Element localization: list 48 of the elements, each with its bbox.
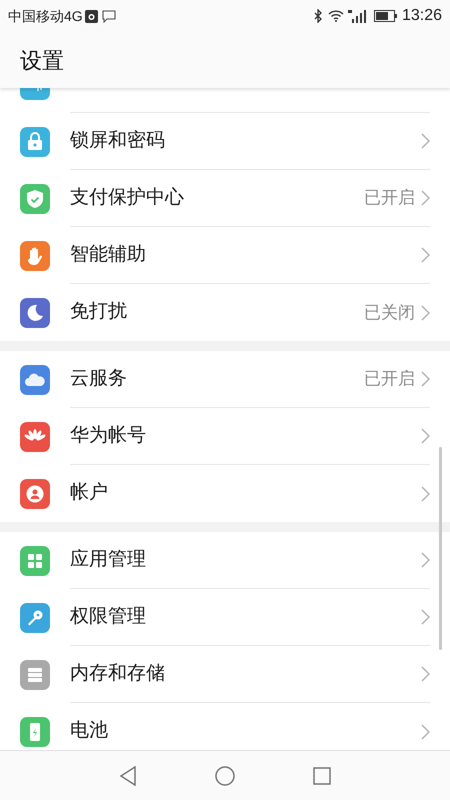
settings-item[interactable]: 云服务 已开启 — [0, 351, 450, 408]
chevron-right-icon — [421, 666, 430, 682]
chevron-right-icon — [421, 552, 430, 568]
settings-item[interactable]: 电池 — [0, 703, 450, 750]
item-label: 免打扰 — [70, 300, 127, 324]
camera-notification-icon — [84, 10, 98, 22]
recents-icon[interactable] — [313, 766, 331, 784]
item-label: 锁屏和密码 — [70, 128, 165, 153]
clock-time: 13:26 — [402, 6, 442, 26]
item-status: 已开启 — [364, 187, 415, 210]
chevron-right-icon — [421, 190, 430, 206]
item-label: 支付保护中心 — [70, 186, 184, 210]
settings-item[interactable]: 应用管理 — [0, 532, 450, 589]
item-label: 应用管理 — [70, 548, 146, 572]
item-status: 已开启 — [364, 368, 415, 390]
chevron-right-icon — [421, 428, 430, 444]
chevron-right-icon — [421, 304, 430, 320]
chevron-right-icon — [421, 486, 430, 502]
item-label: 智能辅助 — [70, 242, 146, 267]
page-title: 设置 — [20, 46, 64, 74]
settings-item[interactable]: 免打扰 已关闭 — [0, 284, 450, 341]
item-label: 华为帐号 — [70, 424, 146, 448]
bluetooth-icon — [314, 9, 323, 23]
settings-item[interactable]: 锁屏和密码 — [0, 113, 450, 170]
chevron-right-icon — [421, 371, 430, 387]
settings-item[interactable]: 权限管理 — [0, 589, 450, 646]
chevron-right-icon — [421, 133, 430, 149]
item-label: 电池 — [70, 719, 108, 744]
message-icon — [102, 10, 116, 22]
settings-item[interactable]: 帐户 — [0, 465, 450, 522]
chevron-right-icon — [421, 724, 430, 740]
wifi-icon — [328, 10, 344, 22]
settings-item[interactable]: 智能辅助 — [0, 227, 450, 284]
item-label: 内存和存储 — [70, 662, 165, 686]
item-label: 权限管理 — [70, 604, 146, 629]
home-icon[interactable] — [215, 766, 235, 786]
carrier-label: 中国移动4G — [8, 6, 83, 26]
settings-item[interactable]: 华为帐号 — [0, 408, 450, 465]
item-status: 已关闭 — [364, 302, 415, 324]
back-icon[interactable] — [119, 766, 137, 786]
chevron-right-icon — [421, 247, 430, 263]
signal-icon — [348, 9, 366, 23]
item-label: 帐户 — [70, 481, 108, 506]
settings-item[interactable]: 内存和存储 — [0, 646, 450, 703]
settings-item[interactable]: 支付保护中心 已开启 — [0, 170, 450, 227]
item-label: 云服务 — [70, 366, 127, 391]
chevron-right-icon — [421, 609, 430, 625]
battery-icon — [374, 10, 398, 22]
